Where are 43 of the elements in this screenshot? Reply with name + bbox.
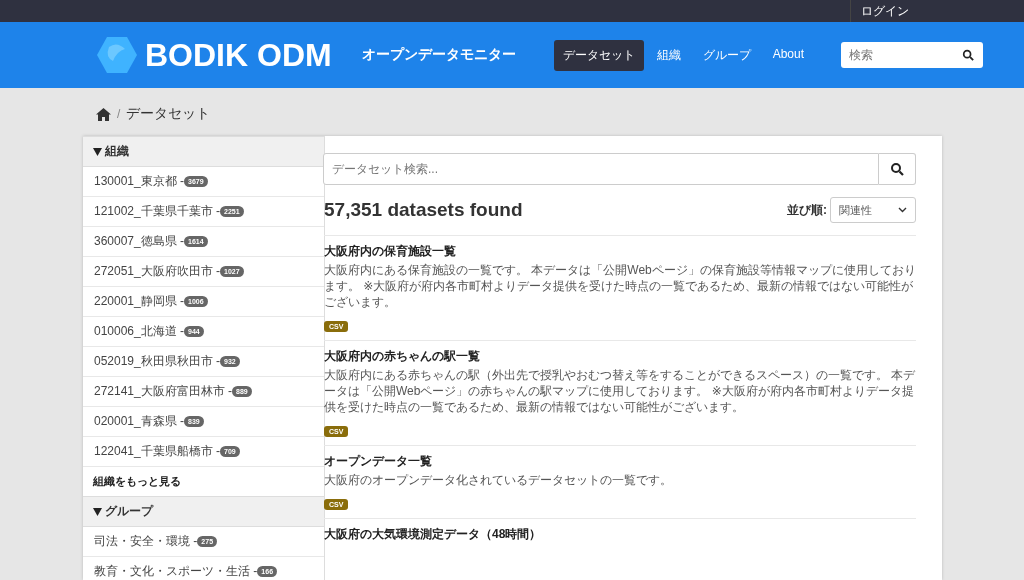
- breadcrumb-current: データセット: [126, 105, 211, 123]
- dataset-title[interactable]: オープンデータ一覧: [324, 454, 916, 469]
- facet-label: 司法・安全・環境 -: [94, 533, 198, 550]
- facet-label: 122041_千葉県船橋市 -: [94, 443, 221, 460]
- nav-tab[interactable]: About: [763, 39, 813, 71]
- facet-label: 360007_徳島県 -: [94, 233, 185, 250]
- facet-label: 教育・文化・スポーツ・生活 -: [94, 563, 258, 580]
- site-subtitle: オープンデータモニター: [361, 46, 516, 64]
- header-search-field[interactable]: 検索: [841, 42, 983, 68]
- facet-label: 020001_青森県 -: [94, 413, 185, 430]
- facet-label: 121002_千葉県千葉市 -: [94, 203, 221, 220]
- nav-tab[interactable]: グループ: [693, 39, 760, 71]
- triangle-down-icon: [93, 147, 102, 156]
- facet-label: 130001_東京都 -: [94, 173, 185, 190]
- sort-select[interactable]: 関連性: [830, 197, 916, 223]
- dataset-description: 大阪府内にある保育施設の一覧です。 本データは「公開Webページ」の保育施設等情報マップに使用しております。 ※大阪府が府内各市町村よりデータ提供を受けた時点の一覧であるため、最新の情報ではない可能性がございます。: [324, 262, 916, 310]
- hexagon-logo-icon: [97, 37, 137, 73]
- search-button[interactable]: [879, 153, 916, 185]
- dataset-search-field[interactable]: データセット検索...: [323, 153, 879, 185]
- dataset-title[interactable]: 大阪府内の保育施設一覧: [324, 244, 916, 259]
- facet-label: 272141_大阪府富田林市 -: [94, 383, 233, 400]
- dataset-description: 大阪府のオープンデータ化されているデータセットの一覧です。: [324, 472, 673, 488]
- facet-label: 052019_秋田県秋田市 -: [94, 353, 221, 370]
- home-icon[interactable]: [96, 107, 111, 121]
- show-more-link[interactable]: 組織をもっと見る: [83, 467, 324, 496]
- nav-tab[interactable]: 組織: [647, 39, 690, 71]
- dataset-title[interactable]: 大阪府内の赤ちゃんの駅一覧: [324, 349, 916, 364]
- brand-title: BODIK ODM: [145, 36, 332, 74]
- facet-title: グループ: [105, 503, 153, 520]
- caret-icon: [898, 207, 907, 213]
- search-icon[interactable]: [962, 49, 974, 61]
- facet-label: 010006_北海道 -: [94, 323, 185, 340]
- nav-tab[interactable]: データセット: [553, 39, 644, 71]
- results-count: 57,351 datasets found: [324, 199, 523, 221]
- dataset-description: 大阪府内にある赤ちゃんの駅（外出先で授乳やおむつ替え等をすることができるスペース）の一覧です。 本データは「公開Webページ」の赤ちゃんの駅マップに使用しております。 ※大阪府が府内各市町村よりデータ提供を受けた時点の一覧であるため、最新の情報ではない可能性がございます。: [324, 367, 916, 415]
- search-icon: [890, 162, 904, 176]
- facet-title: 組織: [105, 143, 129, 160]
- dataset-title[interactable]: 大阪府の大気環境測定データ（48時間）: [324, 527, 916, 542]
- facet-label: 272051_大阪府吹田市 -: [94, 263, 221, 280]
- breadcrumb-separator: /: [117, 107, 121, 121]
- sort-label: 並び順:: [787, 201, 827, 219]
- facet-label: 220001_静岡県 -: [94, 293, 185, 310]
- triangle-down-icon: [93, 507, 102, 516]
